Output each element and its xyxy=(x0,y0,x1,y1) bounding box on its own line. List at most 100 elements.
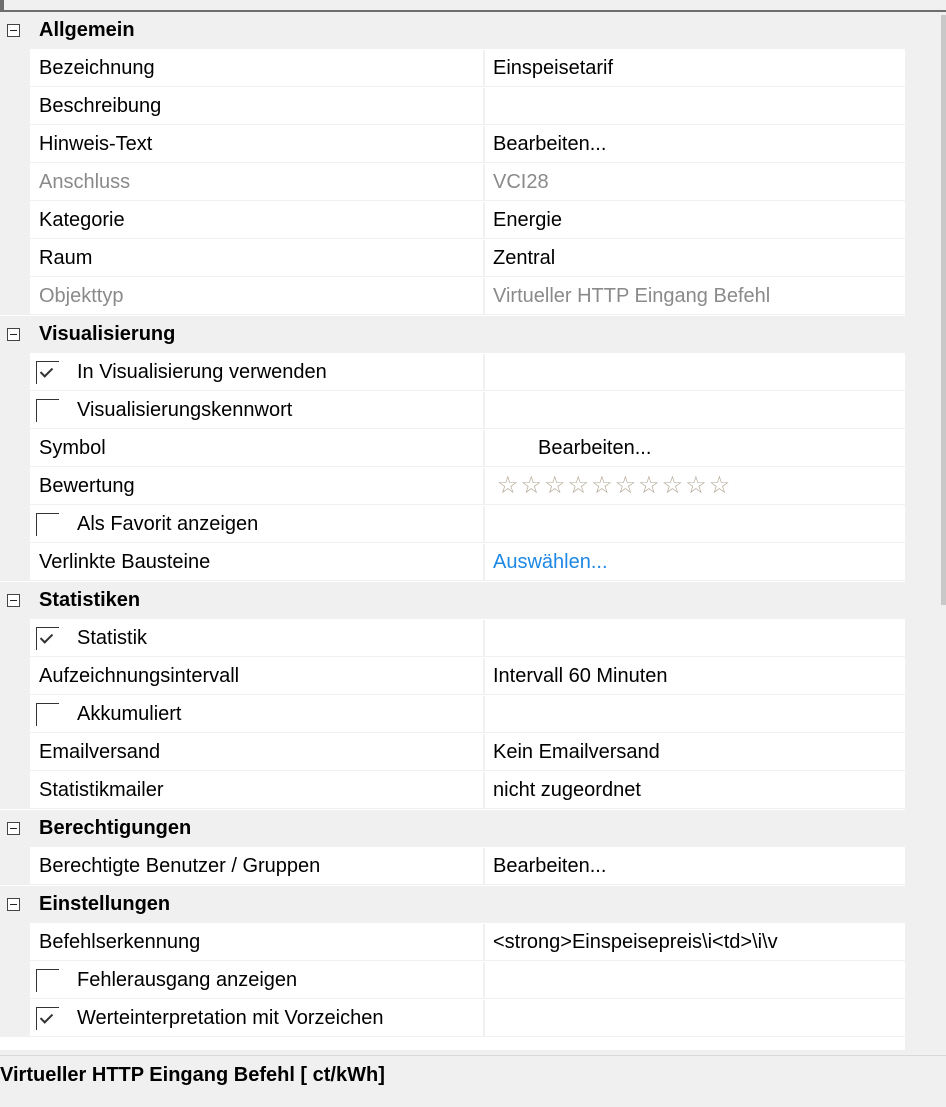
collapse-icon[interactable] xyxy=(7,898,20,911)
column-divider[interactable] xyxy=(483,506,485,543)
property-name: Statistik xyxy=(77,627,148,649)
checkbox-unchecked[interactable] xyxy=(36,399,59,422)
property-name: Hinweis-Text xyxy=(39,133,153,155)
property-name: Statistikmailer xyxy=(39,779,164,801)
property-row[interactable]: Raum Zentral xyxy=(0,239,905,277)
property-row[interactable]: In Visualisierung verwenden xyxy=(0,353,905,391)
checkbox-checked[interactable] xyxy=(36,1007,59,1030)
category-visualisierung[interactable]: Visualisierung xyxy=(0,316,905,353)
checkbox-unchecked[interactable] xyxy=(36,703,59,726)
column-divider[interactable] xyxy=(483,392,485,429)
property-name: Aufzeichnungsintervall xyxy=(39,665,240,687)
category-berechtigungen[interactable]: Berechtigungen xyxy=(0,810,905,847)
property-value: Virtueller HTTP Eingang Befehl xyxy=(493,285,771,307)
property-row[interactable]: Visualisierungskennwort xyxy=(0,391,905,429)
star-icon[interactable]: ☆ xyxy=(591,472,615,499)
column-divider[interactable] xyxy=(483,354,485,391)
property-row[interactable]: Emailversand Kein Emailversand xyxy=(0,733,905,771)
property-value[interactable]: Zentral xyxy=(493,247,555,270)
column-divider[interactable] xyxy=(483,126,485,163)
property-name: In Visualisierung verwenden xyxy=(77,361,327,383)
property-value[interactable]: Bearbeiten... xyxy=(493,855,606,878)
column-divider[interactable] xyxy=(483,620,485,657)
column-divider[interactable] xyxy=(483,240,485,277)
star-icon[interactable]: ☆ xyxy=(685,472,709,499)
property-row[interactable]: Werteinterpretation mit Vorzeichen xyxy=(0,999,905,1037)
column-divider[interactable] xyxy=(483,848,485,885)
row-gutter xyxy=(0,239,30,277)
column-divider[interactable] xyxy=(483,772,485,809)
checkbox-unchecked[interactable] xyxy=(36,969,59,992)
star-icon[interactable]: ☆ xyxy=(544,472,568,499)
property-row[interactable]: Statistik xyxy=(0,619,905,657)
property-row[interactable]: Statistikmailer nicht zugeordnet xyxy=(0,771,905,809)
property-value[interactable]: Bearbeiten... xyxy=(538,437,651,460)
property-row[interactable]: Bezeichnung Einspeisetarif xyxy=(0,49,905,87)
star-icon[interactable]: ☆ xyxy=(615,472,639,499)
property-value[interactable]: Intervall 60 Minuten xyxy=(493,665,668,688)
property-row[interactable]: Aufzeichnungsintervall Intervall 60 Minut… xyxy=(0,657,905,695)
column-divider[interactable] xyxy=(483,1000,485,1037)
column-divider[interactable] xyxy=(483,278,485,315)
star-icon[interactable]: ☆ xyxy=(568,472,592,499)
column-divider[interactable] xyxy=(483,50,485,87)
checkbox-unchecked[interactable] xyxy=(36,513,59,536)
column-divider[interactable] xyxy=(483,544,485,581)
column-divider[interactable] xyxy=(483,924,485,961)
property-value[interactable]: Einspeisetarif xyxy=(493,57,613,80)
collapse-icon[interactable] xyxy=(7,594,20,607)
row-gutter xyxy=(0,49,30,87)
collapse-icon[interactable] xyxy=(7,822,20,835)
property-row[interactable]: Befehlserkennung <strong>Einspeisepreis\i… xyxy=(0,923,905,961)
star-icon[interactable]: ☆ xyxy=(521,472,545,499)
category-label: Statistiken xyxy=(39,589,141,611)
row-gutter xyxy=(0,353,30,391)
property-row[interactable]: Symbol Bearbeiten... xyxy=(0,429,905,467)
checkbox-checked[interactable] xyxy=(36,627,59,650)
star-icon[interactable]: ☆ xyxy=(709,472,733,499)
property-row[interactable]: Fehlerausgang anzeigen xyxy=(0,961,905,999)
property-row[interactable]: Hinweis-Text Bearbeiten... xyxy=(0,125,905,163)
row-gutter xyxy=(0,201,30,239)
column-divider[interactable] xyxy=(483,164,485,201)
property-row[interactable]: Akkumuliert xyxy=(0,695,905,733)
row-gutter xyxy=(0,505,30,543)
column-divider[interactable] xyxy=(483,734,485,771)
property-row[interactable]: Kategorie Energie xyxy=(0,201,905,239)
star-icon[interactable]: ☆ xyxy=(497,472,521,499)
property-name: Werteinterpretation mit Vorzeichen xyxy=(77,1007,384,1029)
property-row[interactable]: Als Favorit anzeigen xyxy=(0,505,905,543)
column-divider[interactable] xyxy=(483,202,485,239)
collapse-icon[interactable] xyxy=(7,328,20,341)
property-row[interactable]: Beschreibung xyxy=(0,87,905,125)
property-row[interactable]: Berechtigte Benutzer / Gruppen Bearbeiten… xyxy=(0,847,905,885)
collapse-icon[interactable] xyxy=(7,24,20,37)
row-gutter xyxy=(0,923,30,961)
property-row: Anschluss VCI28 xyxy=(0,163,905,201)
property-value[interactable]: Bearbeiten... xyxy=(493,133,606,156)
column-divider[interactable] xyxy=(483,468,485,505)
property-value[interactable]: nicht zugeordnet xyxy=(493,779,641,802)
star-icon[interactable]: ☆ xyxy=(638,472,662,499)
top-edge-mark xyxy=(0,0,4,10)
column-divider[interactable] xyxy=(483,430,485,467)
column-divider[interactable] xyxy=(483,962,485,999)
category-allgemein[interactable]: Allgemein xyxy=(0,12,905,49)
category-statistiken[interactable]: Statistiken xyxy=(0,582,905,619)
property-row[interactable]: Bewertung ☆☆☆☆☆☆☆☆☆☆ xyxy=(0,467,905,505)
star-icon[interactable]: ☆ xyxy=(662,472,686,499)
property-value[interactable]: Kein Emailversand xyxy=(493,741,660,764)
property-value-link[interactable]: Auswählen... xyxy=(493,551,608,574)
column-divider[interactable] xyxy=(483,658,485,695)
property-name: Raum xyxy=(39,247,93,269)
rating-stars[interactable]: ☆☆☆☆☆☆☆☆☆☆ xyxy=(497,473,732,499)
column-divider[interactable] xyxy=(483,696,485,733)
vertical-scrollbar[interactable] xyxy=(941,15,946,605)
category-einstellungen[interactable]: Einstellungen xyxy=(0,886,905,923)
property-value[interactable]: <strong>Einspeisepreis\i<td>\i\v xyxy=(493,931,778,954)
property-row[interactable]: Verlinkte Bausteine Auswählen... xyxy=(0,543,905,581)
checkbox-checked[interactable] xyxy=(36,361,59,384)
column-divider[interactable] xyxy=(483,88,485,125)
property-name: Als Favorit anzeigen xyxy=(77,513,259,535)
property-value[interactable]: Energie xyxy=(493,209,562,232)
